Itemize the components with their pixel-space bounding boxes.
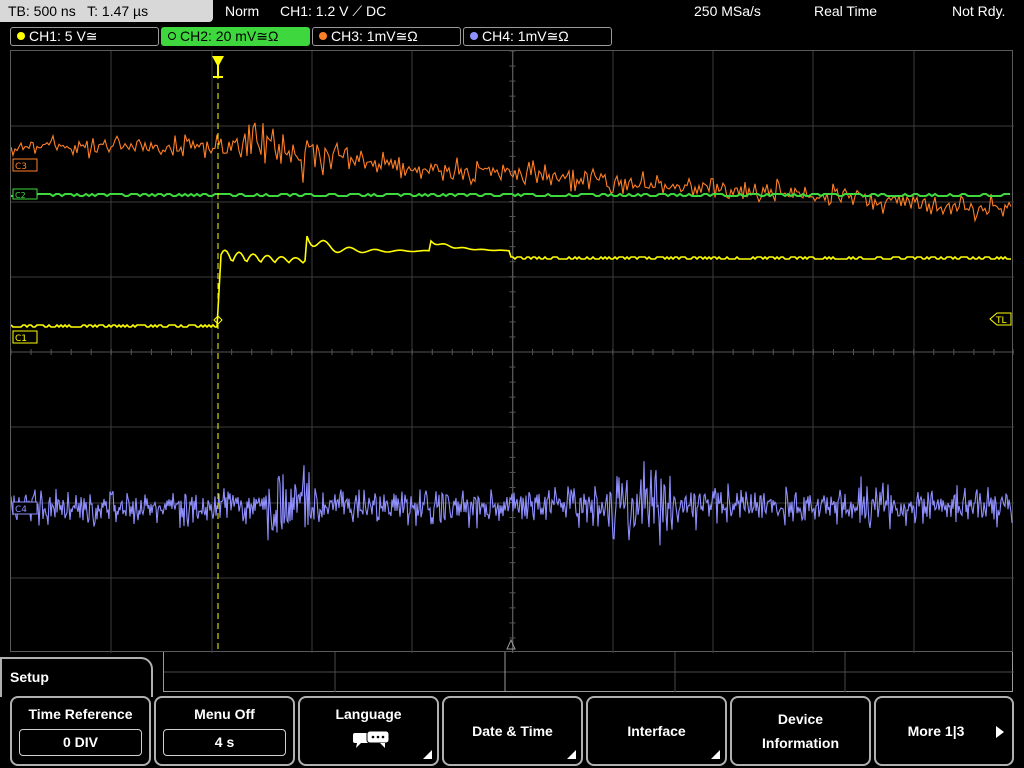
more-label: More 1|3 (907, 723, 965, 739)
channel-4-dot-icon (470, 32, 478, 40)
zoom-strip-grid (164, 652, 1014, 692)
more-softkey[interactable]: More 1|3 (874, 696, 1014, 766)
channel-2-marker-label: C2 (15, 191, 26, 200)
channel-2-label: CH2: 20 mV≅Ω (180, 28, 279, 44)
time-reference-marker-icon (506, 638, 516, 650)
channel-3-marker-label: C3 (15, 162, 27, 172)
zoom-strip (163, 652, 1014, 692)
channel-3-label: CH3: 1mV≅Ω (331, 28, 418, 44)
channel-2-badge[interactable]: CH2: 20 mV≅Ω (161, 27, 310, 46)
channel-2-trace (11, 192, 1010, 198)
channel-1-marker[interactable]: C1 (12, 330, 38, 344)
waveform-display[interactable]: C3 C2 C1 C4 TL (10, 50, 1014, 653)
channel-3-dot-icon (319, 32, 327, 40)
channel-4-badge[interactable]: CH4: 1mV≅Ω (463, 27, 612, 46)
channel-1-trace (11, 235, 1011, 329)
menu-title-tab: Setup (0, 657, 153, 697)
channel-1-label: CH1: 5 V≅ (29, 28, 98, 44)
date-time-label: Date & Time (472, 723, 553, 739)
time-reference-softkey[interactable]: Time Reference 0 DIV (10, 696, 151, 766)
menu-off-softkey[interactable]: Menu Off 4 s (154, 696, 295, 766)
trigger-time-value: T: 1.47 µs (87, 3, 149, 19)
acquisition-mode: Real Time (814, 3, 878, 19)
channel-4-marker[interactable]: C4 (12, 501, 38, 515)
speech-bubbles-icon (353, 730, 390, 748)
trigger-info[interactable]: CH1: 1.2 V ⟋ DC (280, 0, 386, 22)
time-reference-label: Time Reference (28, 706, 133, 722)
time-reference-value: 0 DIV (19, 729, 142, 756)
channel-3-marker[interactable]: C3 (12, 158, 38, 172)
date-time-softkey[interactable]: Date & Time (442, 696, 583, 766)
menu-off-label: Menu Off (194, 706, 255, 722)
submenu-arrow-icon (567, 750, 576, 759)
channel-1-dot-icon (17, 32, 25, 40)
channel-1-badge[interactable]: CH1: 5 V≅ (10, 27, 159, 46)
trigger-level-label: TL (995, 316, 1007, 326)
status-bar: Norm CH1: 1.2 V ⟋ DC 250 MSa/s Real Time… (214, 0, 1024, 22)
channel-1-marker-label: C1 (15, 334, 27, 344)
interface-label: Interface (627, 723, 686, 739)
menu-title: Setup (10, 669, 49, 685)
trigger-state: Not Rdy. (952, 3, 1006, 19)
language-label: Language (335, 706, 402, 722)
submenu-arrow-icon (711, 750, 720, 759)
sample-rate: 250 MSa/s (694, 3, 761, 19)
device-information-softkey[interactable]: Device Information (730, 696, 871, 766)
menu-off-value: 4 s (163, 729, 286, 756)
graticule (11, 51, 1014, 653)
language-softkey[interactable]: Language (298, 696, 439, 766)
timebase-readout[interactable]: TB: 500 ns T: 1.47 µs (0, 0, 213, 22)
channel-4-marker-label: C4 (15, 505, 27, 515)
arrow-right-icon (996, 726, 1004, 738)
waveform-canvas: C3 C2 C1 C4 TL (11, 51, 1014, 653)
timebase-value: TB: 500 ns (8, 3, 76, 19)
channel-3-badge[interactable]: CH3: 1mV≅Ω (312, 27, 461, 46)
interface-softkey[interactable]: Interface (586, 696, 727, 766)
submenu-arrow-icon (423, 750, 432, 759)
trigger-level-marker[interactable]: TL (989, 312, 1012, 326)
trigger-mode[interactable]: Norm (225, 0, 259, 22)
channel-2-marker[interactable]: C2 (12, 188, 38, 200)
channel-4-label: CH4: 1mV≅Ω (482, 28, 569, 44)
channel-2-dot-icon (168, 32, 176, 40)
device-information-label: Device Information (762, 711, 839, 751)
